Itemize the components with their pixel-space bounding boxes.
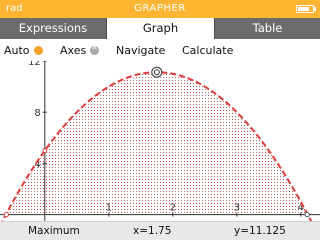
x-tick-label: 1 bbox=[106, 203, 112, 214]
title-bar: rad GRAPHER bbox=[0, 0, 320, 18]
auto-label: Auto bbox=[4, 44, 30, 57]
battery-icon bbox=[296, 5, 316, 13]
axes-label: Axes bbox=[60, 44, 87, 57]
integral-area bbox=[6, 72, 308, 215]
x-tick-label: 3 bbox=[234, 203, 240, 214]
cursor-x-value: x=1.75 bbox=[133, 225, 172, 237]
y-intercept-point bbox=[42, 148, 48, 154]
axes-button[interactable]: Axes bbox=[60, 43, 100, 57]
integral-bound-left bbox=[3, 211, 10, 218]
auto-enabled-icon bbox=[33, 46, 43, 55]
auto-button[interactable]: Auto bbox=[4, 44, 43, 57]
navigate-button[interactable]: Navigate bbox=[116, 44, 165, 57]
app-title: GRAPHER bbox=[134, 3, 186, 14]
y-tick-label: 12 bbox=[28, 61, 41, 68]
calculate-button[interactable]: Calculate bbox=[182, 44, 233, 57]
calc-type-label: Maximum bbox=[28, 225, 80, 237]
graph-plot[interactable]: 1 2 3 44812 bbox=[0, 61, 320, 221]
cursor-y-value: y=11.125 bbox=[234, 225, 286, 237]
x-tick-label: 2 bbox=[170, 203, 176, 214]
tab-table[interactable]: Table bbox=[215, 18, 320, 39]
tab-expressions[interactable]: Expressions bbox=[0, 18, 106, 39]
tab-graph[interactable]: Graph bbox=[107, 18, 214, 39]
status-bar: Maximum x=1.75 y=11.125 bbox=[0, 221, 320, 240]
integral-bound-right bbox=[304, 211, 310, 218]
maximum-cursor-icon bbox=[151, 66, 163, 78]
y-tick-label: 8 bbox=[34, 108, 40, 119]
axes-disabled-icon bbox=[90, 43, 100, 55]
graph-toolbar: Auto Axes Navigate Calculate bbox=[0, 39, 320, 61]
tab-bar: Expressions Graph Table bbox=[0, 18, 320, 39]
